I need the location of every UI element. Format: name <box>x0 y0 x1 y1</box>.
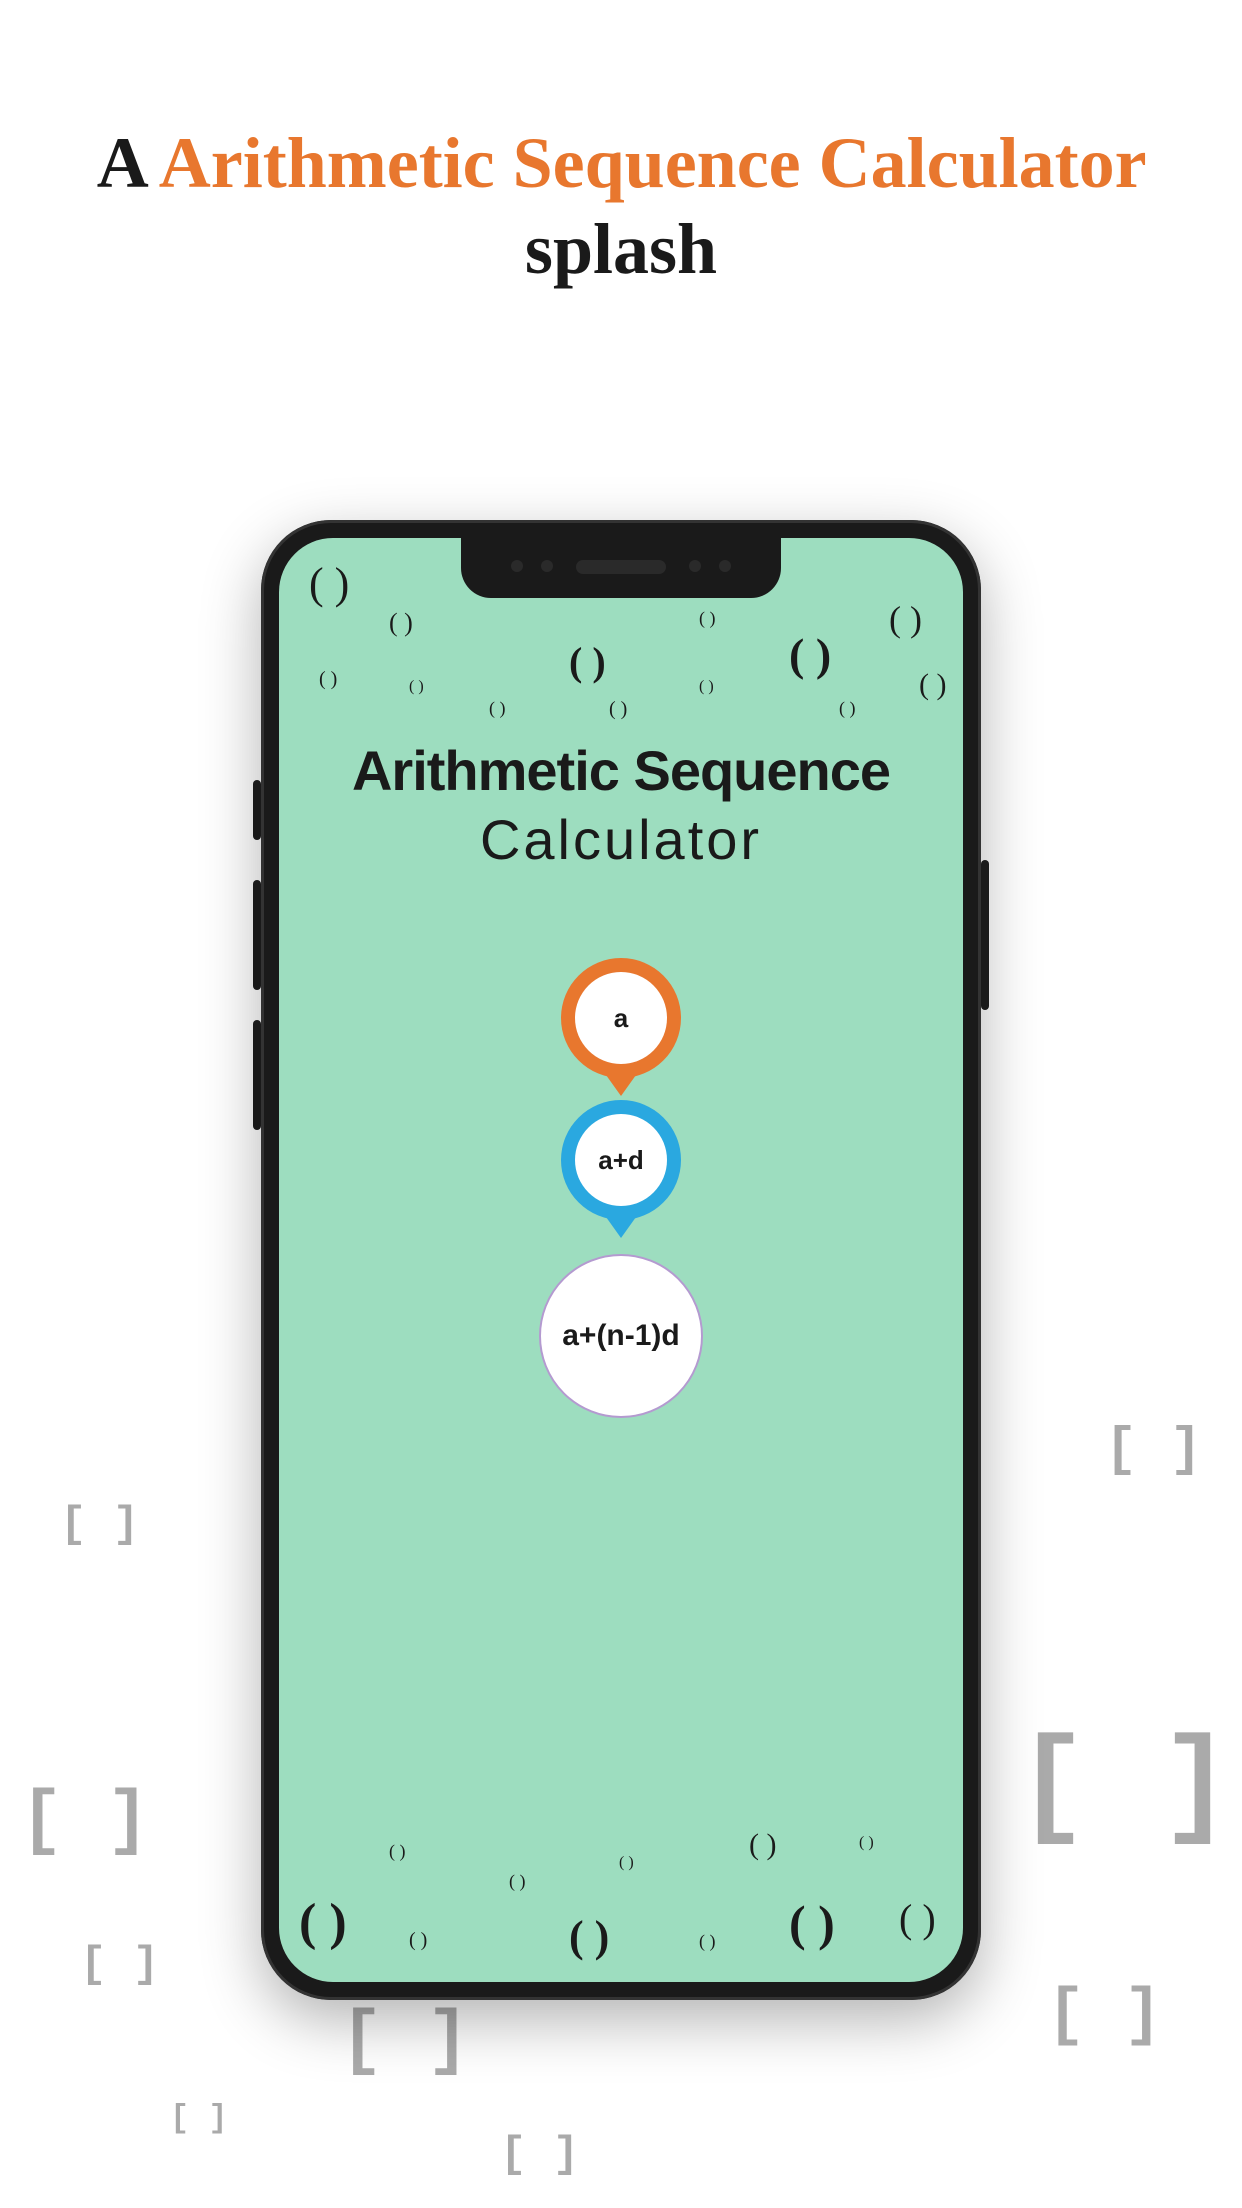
bracket-decoration-icon: [ ] <box>1105 1420 1202 1481</box>
bracket-decoration-icon: [ ] <box>500 2130 579 2180</box>
parentheses-icon: ( ) <box>319 668 337 691</box>
phone-mockup: ( ) ( ) ( ) ( ) ( ) ( ) ( ) ( ) ( ) ( ) … <box>261 520 981 2000</box>
app-title-light: Calculator <box>279 807 963 872</box>
app-title: Arithmetic Sequence Calculator <box>279 738 963 872</box>
parentheses-icon: ( ) <box>569 1911 609 1962</box>
parentheses-icon: ( ) <box>699 678 714 696</box>
bracket-decoration-icon: [ ] <box>340 2000 470 2082</box>
parentheses-icon: ( ) <box>509 1871 526 1892</box>
bracket-decoration-icon: [ ] <box>60 1500 139 1550</box>
title-splash: splash <box>525 209 717 289</box>
phone-side-button <box>253 880 261 990</box>
parentheses-icon: ( ) <box>409 678 424 696</box>
parentheses-icon: ( ) <box>899 1895 936 1942</box>
parentheses-icon: ( ) <box>699 1931 716 1952</box>
bubble-formula: a+(n-1)d <box>539 1254 703 1418</box>
parentheses-icon: ( ) <box>309 558 349 609</box>
bubble-a-label: a <box>575 972 667 1064</box>
bubble-ad-label: a+d <box>575 1114 667 1206</box>
parentheses-icon: ( ) <box>409 1929 427 1952</box>
parentheses-icon: ( ) <box>839 698 856 719</box>
parentheses-icon: ( ) <box>919 668 946 702</box>
parentheses-icon: ( ) <box>389 1841 406 1862</box>
app-title-bold: Arithmetic Sequence <box>352 739 890 802</box>
parentheses-icon: ( ) <box>789 1894 835 1952</box>
phone-side-button <box>253 780 261 840</box>
bracket-decoration-icon: [ ] <box>170 2100 228 2137</box>
title-a: A <box>97 123 145 203</box>
parentheses-icon: ( ) <box>569 638 606 685</box>
parentheses-icon: ( ) <box>889 598 922 640</box>
phone-side-button <box>253 1020 261 1130</box>
bubble-a: a <box>561 958 681 1078</box>
parentheses-icon: ( ) <box>859 1834 874 1852</box>
parentheses-icon: ( ) <box>609 698 627 721</box>
promo-title: A Arithmetic Sequence Calculator splash <box>0 0 1242 293</box>
bracket-decoration-icon: [ ] <box>80 1940 159 1990</box>
bracket-decoration-icon: [ ] <box>1016 1720 1232 1856</box>
phone-side-button <box>981 860 989 1010</box>
parentheses-icon: ( ) <box>389 608 413 638</box>
parentheses-icon: ( ) <box>489 698 506 719</box>
splash-screen: ( ) ( ) ( ) ( ) ( ) ( ) ( ) ( ) ( ) ( ) … <box>279 538 963 1982</box>
parentheses-icon: ( ) <box>749 1828 776 1862</box>
parentheses-icon: ( ) <box>299 1893 347 1952</box>
bubble-ad: a+d <box>561 1100 681 1220</box>
parentheses-icon: ( ) <box>619 1854 634 1872</box>
parentheses-icon: ( ) <box>789 628 831 681</box>
bracket-decoration-icon: [ ] <box>1047 1980 1162 2052</box>
title-orange: Arithmetic Sequence Calculator <box>159 123 1145 203</box>
parentheses-icon: ( ) <box>699 608 716 629</box>
phone-notch <box>461 538 781 598</box>
bracket-decoration-icon: [ ] <box>20 1780 150 1862</box>
sequence-bubbles: a a+d a+(n-1)d <box>539 958 703 1418</box>
